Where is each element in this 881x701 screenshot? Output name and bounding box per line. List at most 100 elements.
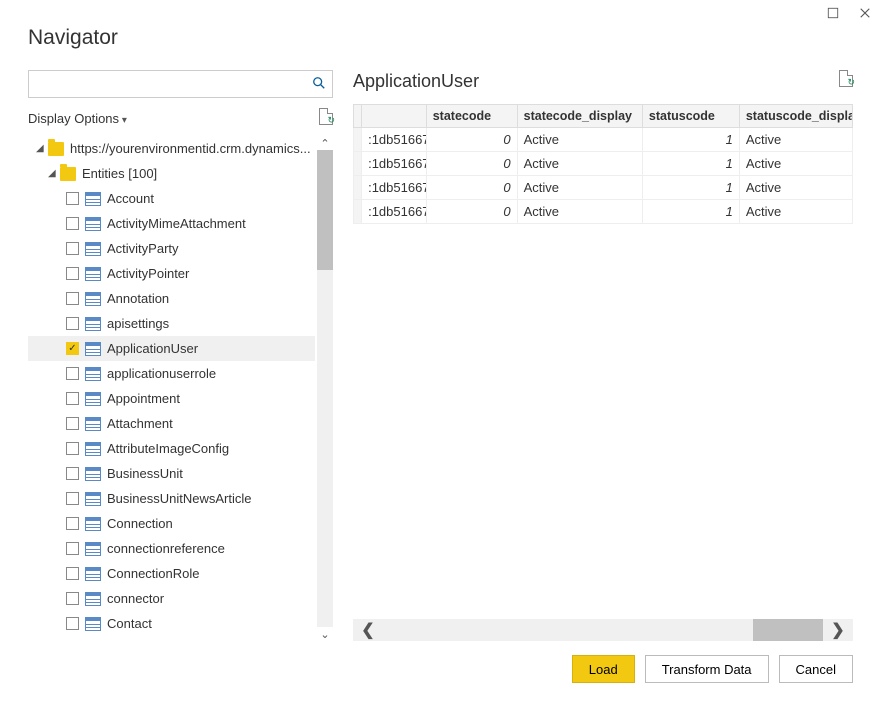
folder-icon: [60, 167, 76, 181]
tree-entity-item[interactable]: Appointment: [28, 386, 315, 411]
column-header[interactable]: statecode_display: [517, 105, 642, 128]
entity-label: ApplicationUser: [107, 341, 198, 356]
tree-entity-item[interactable]: connectionreference: [28, 536, 315, 561]
tree-entity-item[interactable]: ActivityPointer: [28, 261, 315, 286]
preview-options-icon[interactable]: ↻: [319, 108, 333, 128]
table-icon: [85, 592, 101, 606]
chevron-down-icon[interactable]: ◢: [36, 143, 46, 154]
close-button[interactable]: [859, 6, 873, 20]
table-row[interactable]: :1db516670Active1Active: [354, 200, 853, 224]
table-icon: [85, 417, 101, 431]
preview-title: ApplicationUser: [353, 71, 479, 92]
checkbox[interactable]: [66, 467, 79, 480]
checkbox[interactable]: [66, 242, 79, 255]
transform-data-button[interactable]: Transform Data: [645, 655, 769, 683]
navigator-tree[interactable]: ◢ https://yourenvironmentid.crm.dynamics…: [28, 136, 315, 641]
cell: Active: [517, 176, 642, 200]
table-icon: [85, 467, 101, 481]
checkbox[interactable]: [66, 367, 79, 380]
checkbox[interactable]: [66, 417, 79, 430]
table-row[interactable]: :1db516670Active1Active: [354, 152, 853, 176]
column-header[interactable]: statuscode_display: [739, 105, 852, 128]
checkbox[interactable]: [66, 567, 79, 580]
scroll-left-button[interactable]: ❮: [353, 620, 383, 640]
preview-refresh-icon[interactable]: ↻: [839, 70, 853, 92]
entity-label: Connection: [107, 516, 173, 531]
scroll-right-button[interactable]: ❯: [823, 620, 853, 640]
tree-root-node[interactable]: ◢ https://yourenvironmentid.crm.dynamics…: [28, 136, 315, 161]
tree-entity-item[interactable]: ✓ ApplicationUser: [28, 336, 315, 361]
checkbox[interactable]: [66, 592, 79, 605]
tree-entity-item[interactable]: ActivityMimeAttachment: [28, 211, 315, 236]
tree-group-node[interactable]: ◢ Entities [100]: [28, 161, 315, 186]
tree-entity-item[interactable]: ActivityParty: [28, 236, 315, 261]
search-input[interactable]: [35, 77, 312, 92]
load-button[interactable]: Load: [572, 655, 635, 683]
entity-label: BusinessUnitNewsArticle: [107, 491, 252, 506]
cell: :1db51667: [362, 176, 427, 200]
vertical-scrollbar[interactable]: [317, 150, 333, 627]
entity-label: ConnectionRole: [107, 566, 200, 581]
checkbox[interactable]: [66, 492, 79, 505]
cell: 1: [642, 176, 739, 200]
tree-entity-item[interactable]: BusinessUnit: [28, 461, 315, 486]
column-header[interactable]: [362, 105, 427, 128]
checkbox[interactable]: [66, 392, 79, 405]
checkbox[interactable]: [66, 517, 79, 530]
tree-entity-item[interactable]: connector: [28, 586, 315, 611]
tree-entity-item[interactable]: applicationuserrole: [28, 361, 315, 386]
checkbox[interactable]: [66, 442, 79, 455]
tree-root-label: https://yourenvironmentid.crm.dynamics..…: [70, 141, 311, 156]
cell: 0: [426, 176, 517, 200]
scroll-up-button[interactable]: ⌃: [317, 136, 333, 150]
table-icon: [85, 367, 101, 381]
checkbox[interactable]: [66, 192, 79, 205]
horizontal-scrollbar[interactable]: ❮ ❯: [353, 619, 853, 641]
checkbox[interactable]: ✓: [66, 342, 79, 355]
table-icon: [85, 192, 101, 206]
checkbox[interactable]: [66, 292, 79, 305]
scroll-down-button[interactable]: ⌄: [317, 627, 333, 641]
table-icon: [85, 617, 101, 631]
checkbox[interactable]: [66, 317, 79, 330]
chevron-down-icon[interactable]: ◢: [48, 168, 58, 179]
tree-entity-item[interactable]: AttributeImageConfig: [28, 436, 315, 461]
tree-entity-item[interactable]: ConnectionRole: [28, 561, 315, 586]
entity-label: Contact: [107, 616, 152, 631]
checkbox[interactable]: [66, 542, 79, 555]
checkbox[interactable]: [66, 267, 79, 280]
entity-label: Annotation: [107, 291, 169, 306]
scrollbar-thumb[interactable]: [317, 150, 333, 270]
entity-label: connectionreference: [107, 541, 225, 556]
tree-entity-item[interactable]: Connection: [28, 511, 315, 536]
tree-entity-item[interactable]: Annotation: [28, 286, 315, 311]
table-row[interactable]: :1db516670Active1Active: [354, 176, 853, 200]
tree-entity-item[interactable]: Attachment: [28, 411, 315, 436]
maximize-button[interactable]: [827, 6, 841, 20]
cell: :1db51667: [362, 152, 427, 176]
tree-entity-item[interactable]: Contact: [28, 611, 315, 636]
folder-icon: [48, 142, 64, 156]
table-icon: [85, 342, 101, 356]
entity-label: connector: [107, 591, 164, 606]
column-header[interactable]: statecode: [426, 105, 517, 128]
table-icon: [85, 267, 101, 281]
tree-entity-item[interactable]: Account: [28, 186, 315, 211]
tree-entity-item[interactable]: apisettings: [28, 311, 315, 336]
search-icon[interactable]: [312, 76, 326, 93]
cell: 1: [642, 200, 739, 224]
table-row[interactable]: :1db516670Active1Active: [354, 128, 853, 152]
column-header[interactable]: statuscode: [642, 105, 739, 128]
cancel-button[interactable]: Cancel: [779, 655, 853, 683]
table-icon: [85, 242, 101, 256]
entity-label: ActivityPointer: [107, 266, 189, 281]
search-input-container[interactable]: [28, 70, 333, 98]
tree-entity-item[interactable]: BusinessUnitNewsArticle: [28, 486, 315, 511]
entity-label: apisettings: [107, 316, 169, 331]
table-icon: [85, 392, 101, 406]
hscroll-thumb[interactable]: [753, 619, 823, 641]
table-icon: [85, 217, 101, 231]
checkbox[interactable]: [66, 217, 79, 230]
display-options-dropdown[interactable]: Display Options: [28, 111, 127, 126]
checkbox[interactable]: [66, 617, 79, 630]
